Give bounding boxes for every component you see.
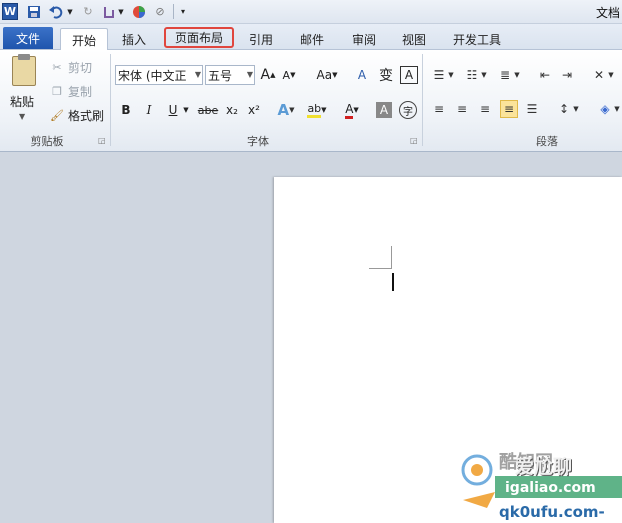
numbering-dropdown-icon[interactable]: ▼ [479,66,489,84]
change-case-button[interactable]: Aa ▼ [314,65,340,85]
font-color-icon: A [345,102,354,119]
margin-corner-mark [391,246,392,268]
clipboard-launcher-icon[interactable]: ◲ [98,136,106,145]
shrink-font-button[interactable]: A ▼ [281,65,297,85]
chevron-down-icon: ▼ [246,70,253,79]
customize-qat-icon[interactable]: ▾ [178,3,188,20]
tab-references[interactable]: 引用 [242,28,280,50]
font-family-combo[interactable]: 宋体 (中文正 ▼ [115,65,203,85]
text-cursor [392,273,394,291]
phonetic-guide-icon: 变 [379,68,393,84]
window-title: 文档 [595,6,620,20]
grow-font-icon: A [260,67,271,83]
ribbon-home: 粘贴 ▼ ✂ 剪切 ❐ 复制 🖌 格式刷 剪贴板 ◲ 宋体 (中文正 ▼ 五号 ▼ A ▲ … [0,50,622,152]
eraser-icon: A [357,68,367,82]
paste-dropdown-icon[interactable]: ▼ [19,112,25,121]
character-shading-icon: A [379,103,389,117]
decrease-indent-icon[interactable]: ⇤ [536,66,554,84]
align-left-icon[interactable]: ≡ [430,100,448,118]
touch-dropdown-icon[interactable]: ▼ [117,3,125,20]
draw-table-icon[interactable]: ⊘ [152,3,168,20]
quick-access-toolbar: W ▼ ↻ ▼ ⊘ ▾ 文档 [0,0,622,24]
font-color-button[interactable]: A ▼ [340,100,364,120]
tab-developer[interactable]: 开发工具 [446,28,508,50]
tab-home[interactable]: 开始 [60,28,108,51]
cut-button[interactable]: ✂ 剪切 [50,58,92,76]
word-app-icon[interactable]: W [2,3,18,20]
text-effects-button[interactable]: A ▼ [276,100,296,120]
align-right-icon[interactable]: ≡ [476,100,494,118]
margin-corner-mark [369,268,392,269]
clear-formatting-button[interactable]: A [352,65,372,85]
increase-indent-icon[interactable]: ⇥ [558,66,576,84]
bullets-dropdown-icon[interactable]: ▼ [446,66,456,84]
bold-button[interactable]: B [117,100,135,120]
grow-font-button[interactable]: A ▲ [260,65,276,85]
save-icon[interactable] [26,3,42,20]
character-border-icon: A [404,68,414,82]
brush-icon: 🖌 [50,108,64,122]
subscript-button[interactable]: x₂ [222,100,242,120]
enclose-characters-icon: 字 [403,106,413,118]
group-separator [110,54,111,146]
watermark-line2: igaliao.com [505,480,596,496]
tab-insert[interactable]: 插入 [112,28,156,50]
multilevel-dropdown-icon[interactable]: ▼ [512,66,522,84]
paste-icon[interactable] [12,54,36,86]
change-case-icon: Aa [316,68,333,82]
font-size-value: 五号 [208,68,233,83]
tab-view[interactable]: 视图 [394,28,434,50]
clipboard-group-label: 剪贴板 [30,135,64,148]
format-painter-label: 格式刷 [68,108,105,123]
align-center-icon[interactable]: ≡ [453,100,471,118]
underline-dropdown-icon[interactable]: ▼ [182,100,190,120]
format-painter-button[interactable]: 🖌 格式刷 [50,106,104,124]
highlight-button[interactable]: ab ▼ [305,100,329,120]
shrink-font-icon: A [282,68,291,82]
font-family-value: 宋体 (中文正 [118,68,187,83]
touch-mode-icon[interactable] [100,3,118,20]
scissors-icon: ✂ [52,60,62,74]
undo-dropdown-icon[interactable]: ▼ [66,3,74,20]
color-wheel-icon[interactable] [131,3,147,20]
tab-mailings[interactable]: 邮件 [292,28,332,50]
character-border-button[interactable]: A [400,66,418,84]
text-effects-icon: A [277,101,290,119]
asian-layout-dropdown-icon[interactable]: ▼ [606,66,616,84]
watermark-line1: 爱尬聊 [515,456,573,478]
copy-button[interactable]: ❐ 复制 [50,82,92,100]
redo-icon[interactable]: ↻ [80,3,96,20]
copy-icon: ❐ [52,84,62,98]
distributed-icon[interactable]: ☰ [523,100,541,118]
character-shading-button[interactable]: A [376,102,392,118]
font-size-combo[interactable]: 五号 ▼ [205,65,255,85]
group-separator [422,54,423,146]
justify-icon[interactable]: ≡ [500,100,518,118]
qat-separator [173,4,174,19]
italic-button[interactable]: I [140,100,158,120]
ribbon-tab-bar: 文件 开始 插入 页面布局 引用 邮件 审阅 视图 开发工具 [0,24,622,51]
tab-file[interactable]: 文件 [3,27,53,49]
underline-button[interactable]: U [164,100,182,120]
tab-review[interactable]: 审阅 [344,28,384,50]
shading-dropdown-icon[interactable]: ▼ [612,100,622,118]
chevron-down-icon: ▼ [194,70,201,79]
watermark-line3: qk0ufu.com- [499,503,605,521]
undo-icon[interactable] [47,3,65,20]
strikethrough-button[interactable]: abe [196,100,220,120]
font-launcher-icon[interactable]: ◲ [410,136,418,145]
paste-button[interactable]: 粘贴 [10,93,34,110]
watermark: 酷知网 爱尬聊 igaliao.com qk0ufu.com- [455,448,622,523]
cut-label: 剪切 [68,60,93,75]
font-group-label: 字体 [247,135,269,148]
tab-page-layout[interactable]: 页面布局 [164,27,234,48]
copy-label: 复制 [68,84,93,99]
enclose-characters-button[interactable]: 字 [399,101,417,119]
highlighter-icon: ab [307,102,322,118]
paragraph-group-label: 段落 [536,135,558,148]
superscript-button[interactable]: x² [244,100,264,120]
line-spacing-dropdown-icon[interactable]: ▼ [571,100,581,118]
phonetic-guide-button[interactable]: 变 [376,65,396,85]
